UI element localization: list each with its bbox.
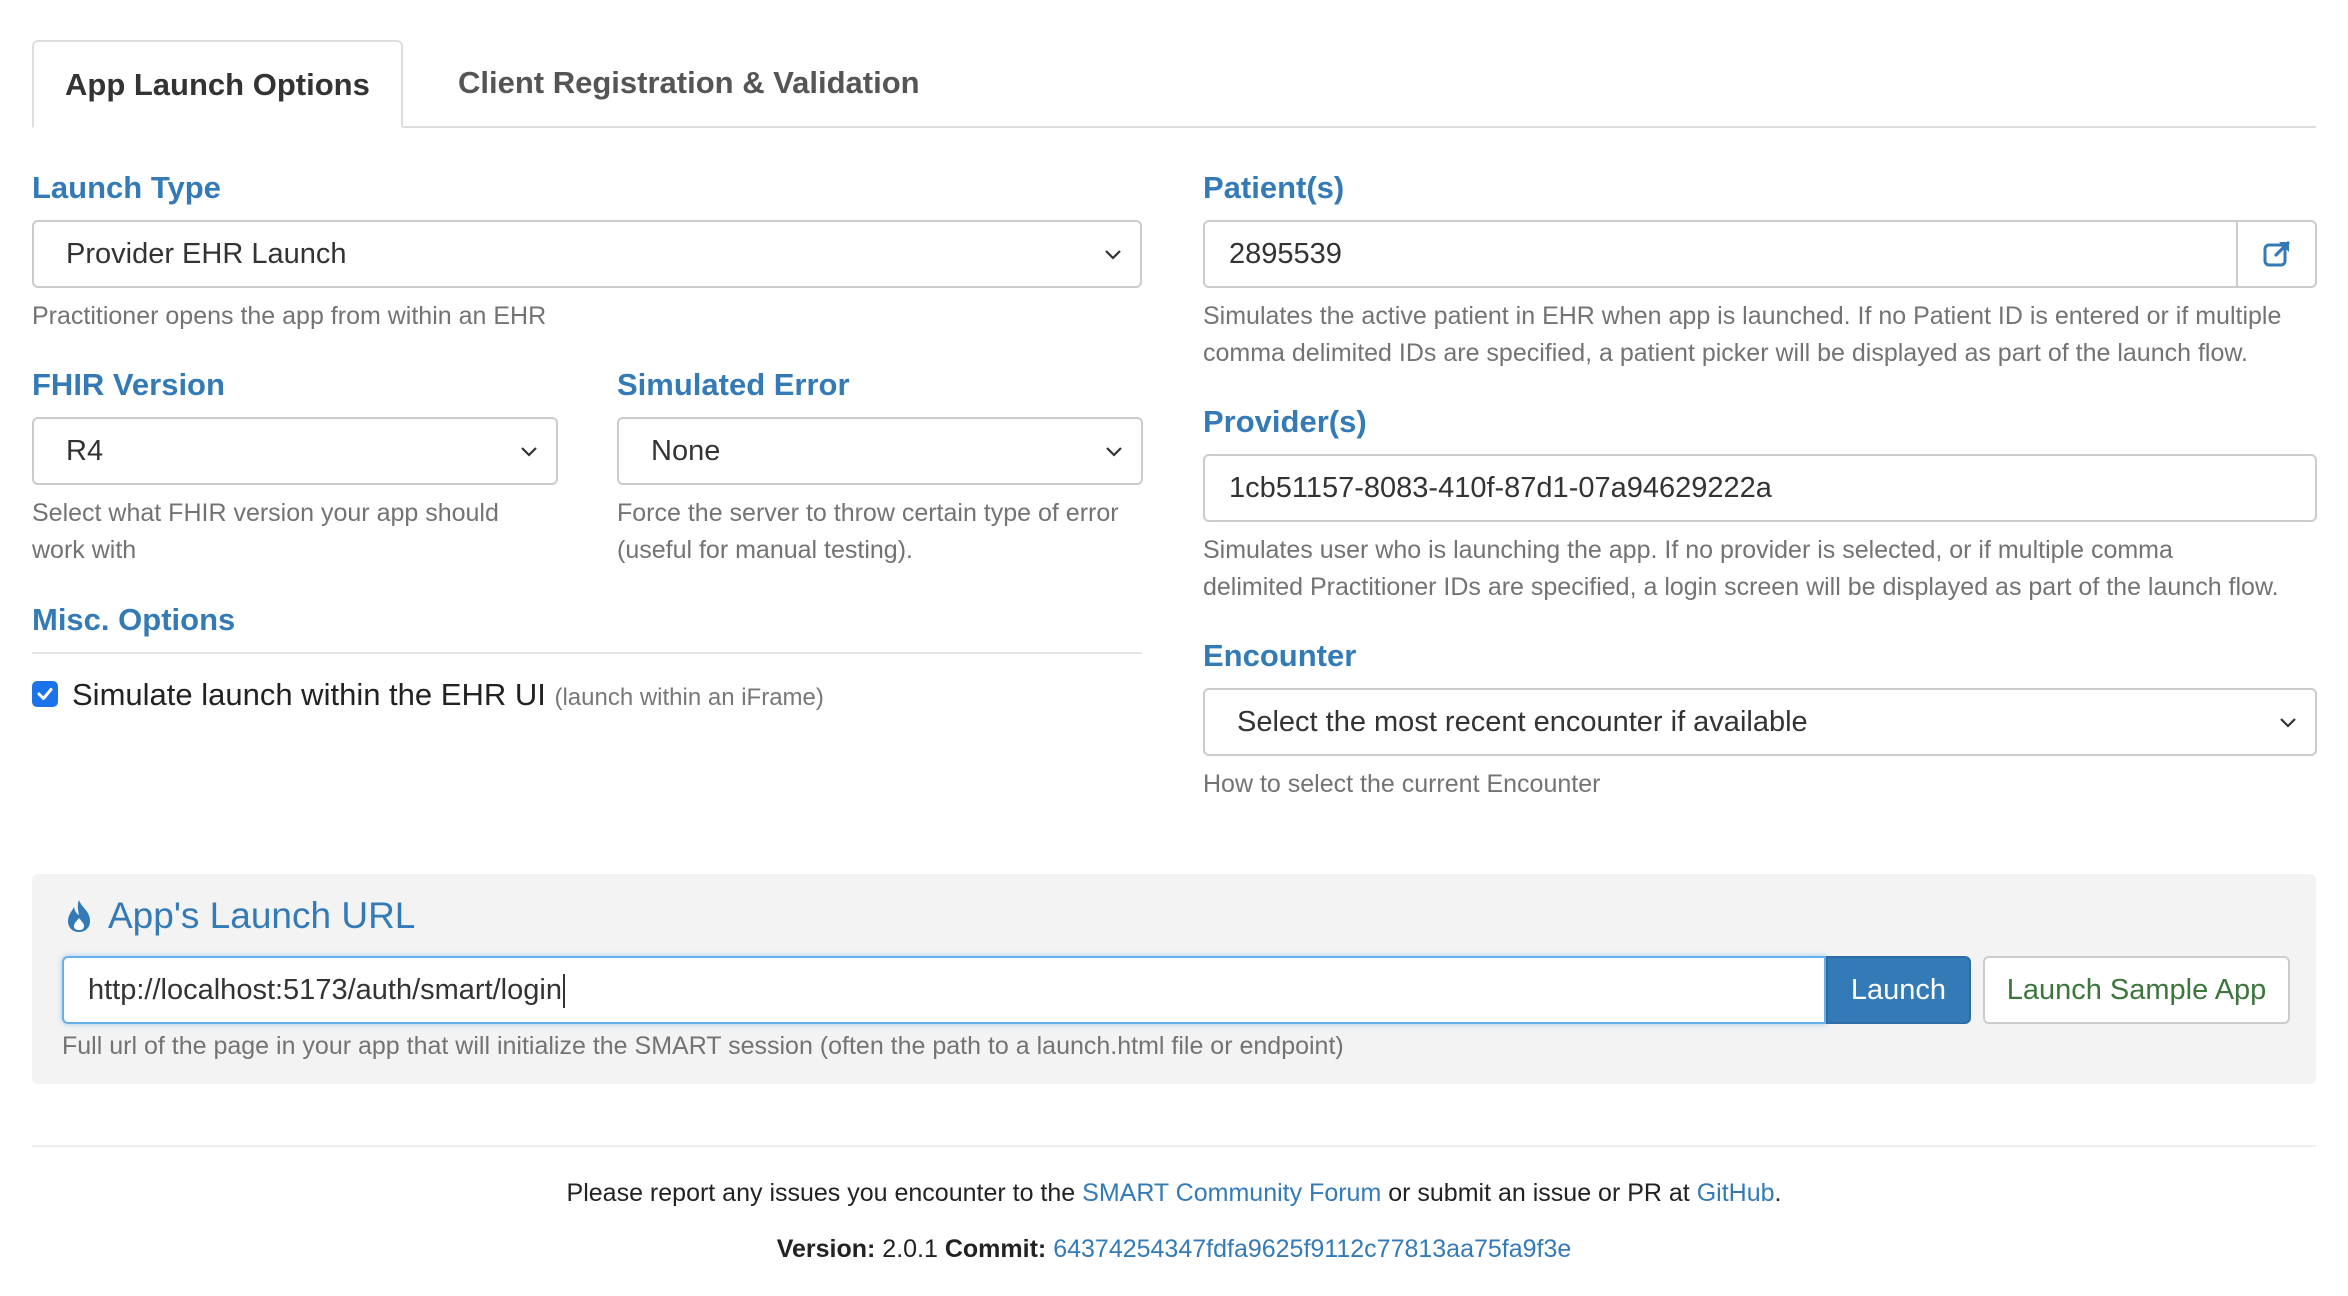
simulated-error-help: Force the server to throw certain type o… (617, 495, 1119, 569)
patients-help-line1: Simulates the active patient in EHR when… (1203, 302, 2282, 330)
footer-middle: or submit an issue or PR at (1381, 1179, 1697, 1207)
launch-url-input[interactable]: http://localhost:5173/auth/smart/login (62, 956, 1826, 1024)
github-link[interactable]: GitHub (1697, 1179, 1775, 1207)
encounter-select[interactable]: Select the most recent encounter if avai… (1203, 688, 2317, 756)
providers-input[interactable]: 1cb51157-8083-410f-87d1-07a94629222a (1203, 454, 2317, 522)
simulate-ehr-checkbox-label[interactable]: Simulate launch within the EHR UI (launc… (72, 676, 824, 717)
commit-link[interactable]: 64374254347fdfa9625f9112c77813aa75fa9f3e (1053, 1235, 1571, 1263)
fhir-version-select[interactable]: R4 (32, 417, 558, 485)
launch-url-value: http://localhost:5173/auth/smart/login (88, 974, 562, 1006)
footer-divider (32, 1145, 2316, 1147)
footer-report-line: Please report any issues you encounter t… (0, 1176, 2348, 1210)
divider (32, 652, 1142, 654)
encounter-help: How to select the current Encounter (1203, 770, 1601, 798)
patients-help: Simulates the active patient in EHR when… (1203, 298, 2281, 372)
tab-bar: App Launch Options Client Registration &… (32, 40, 2316, 128)
fhir-version-help-line2: work with (32, 536, 137, 564)
providers-help: Simulates user who is launching the app.… (1203, 532, 2279, 606)
footer-prefix: Please report any issues you encounter t… (566, 1179, 1083, 1207)
launch-type-label: Launch Type (32, 170, 221, 205)
fhir-version-value: R4 (66, 435, 104, 467)
launch-type-help: Practitioner opens the app from within a… (32, 302, 547, 330)
checkbox-label-text: Simulate launch within the EHR UI (72, 677, 546, 712)
smart-community-forum-link[interactable]: SMART Community Forum (1082, 1179, 1381, 1207)
launch-sample-app-button[interactable]: Launch Sample App (1983, 956, 2290, 1024)
providers-help-line2: delimited Practitioner IDs are specified… (1203, 573, 2279, 601)
checkmark-icon (37, 688, 53, 700)
patients-label: Patient(s) (1203, 170, 1345, 205)
simulate-ehr-checkbox[interactable] (32, 681, 58, 707)
providers-label: Provider(s) (1203, 404, 1367, 439)
commit-label: Commit: (944, 1235, 1047, 1263)
tab-app-launch-options[interactable]: App Launch Options (32, 40, 403, 128)
launch-url-help: Full url of the page in your app that wi… (62, 1032, 1344, 1060)
launch-type-select[interactable]: Provider EHR Launch (32, 220, 1142, 288)
tab-client-registration[interactable]: Client Registration & Validation (427, 40, 951, 126)
text-caret (562, 974, 565, 1009)
simulated-error-select[interactable]: None (617, 417, 1143, 485)
launch-type-value: Provider EHR Launch (66, 238, 347, 270)
checkbox-note: (launch within an iFrame) (554, 684, 824, 711)
misc-options-label: Misc. Options (32, 602, 236, 637)
encounter-label: Encounter (1203, 638, 1357, 673)
simulated-error-help-line2: (useful for manual testing). (617, 536, 913, 564)
patient-picker-button[interactable] (2238, 220, 2317, 288)
footer-suffix: . (1774, 1179, 1782, 1207)
fhir-version-help-line1: Select what FHIR version your app should (32, 499, 499, 527)
fhir-version-help: Select what FHIR version your app should… (32, 495, 499, 569)
providers-help-line1: Simulates user who is launching the app.… (1203, 536, 2173, 564)
external-link-icon (2263, 241, 2290, 267)
fire-icon (68, 900, 90, 932)
encounter-value: Select the most recent encounter if avai… (1237, 706, 1808, 738)
chevron-down-icon (1101, 419, 1127, 483)
page: App Launch Options Client Registration &… (0, 0, 2348, 1296)
patients-help-line2: comma delimited IDs are specified, a pat… (1203, 339, 2248, 367)
simulated-error-label: Simulated Error (617, 367, 850, 402)
launch-url-title-text: App's Launch URL (108, 895, 416, 936)
chevron-down-icon (1100, 222, 1126, 286)
fhir-version-label: FHIR Version (32, 367, 225, 402)
simulated-error-value: None (651, 435, 721, 467)
footer-version-line: Version: 2.0.1 Commit: 64374254347fdfa96… (0, 1232, 2348, 1266)
simulated-error-help-line1: Force the server to throw certain type o… (617, 499, 1119, 527)
version-label: Version: (776, 1235, 876, 1263)
launch-url-title: App's Launch URL (62, 892, 415, 940)
chevron-down-icon (516, 419, 542, 483)
patients-input[interactable]: 2895539 (1203, 220, 2238, 288)
launch-button[interactable]: Launch (1826, 956, 1971, 1024)
chevron-down-icon (2275, 690, 2301, 754)
version-value: 2.0.1 (882, 1235, 938, 1263)
